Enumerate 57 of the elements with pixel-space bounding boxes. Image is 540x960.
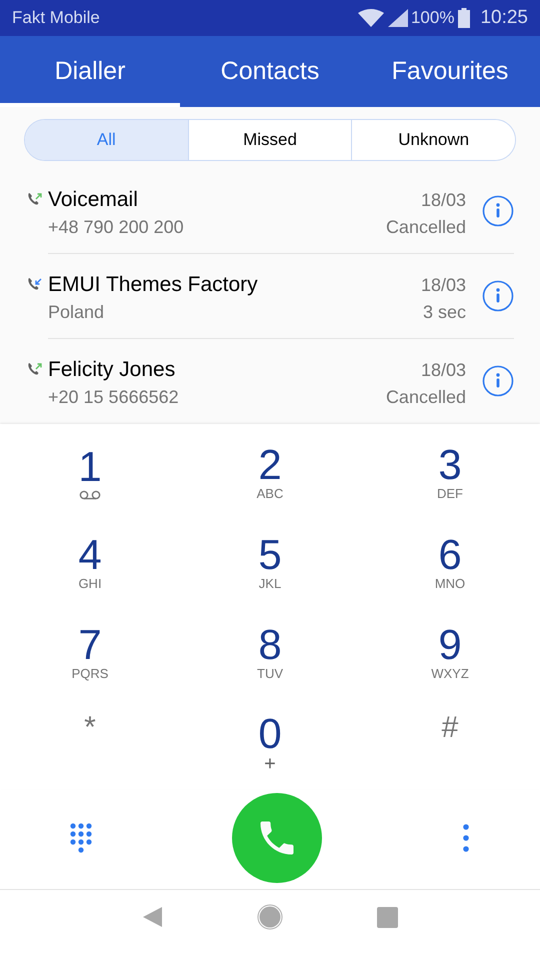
dial-key[interactable]: 0 +: [180, 699, 360, 789]
key-letters: DEF: [437, 486, 463, 502]
info-icon[interactable]: [482, 280, 514, 312]
info-icon[interactable]: [482, 195, 514, 227]
contact-name: Voicemail: [48, 187, 139, 213]
call-detail: +20 15 5666562: [48, 386, 180, 409]
dial-key[interactable]: *: [0, 699, 180, 789]
tab[interactable]: Favourites: [360, 36, 540, 107]
recents-icon[interactable]: [376, 906, 398, 928]
key-letters: PQRS: [72, 666, 108, 682]
key-letters: +: [264, 755, 276, 773]
call-date: 18/03: [420, 274, 466, 297]
call-log-row[interactable]: Voicemail +48 790 200 200 18/03 Cancelled: [0, 169, 540, 254]
voicemail-icon: [79, 490, 101, 500]
dial-key[interactable]: 6 MNO: [360, 519, 540, 609]
key-letters: JKL: [258, 576, 282, 592]
battery-level: 100%: [410, 7, 454, 30]
dialpad-icon[interactable]: [70, 823, 92, 853]
home-icon[interactable]: [256, 904, 282, 930]
dial-key[interactable]: 7 PQRS: [0, 609, 180, 699]
signal-icon: [388, 9, 408, 27]
filter-segment[interactable]: Unknown: [351, 120, 515, 160]
call-date: 18/03: [420, 359, 466, 382]
call-log-row[interactable]: Felicity Jones +20 15 5666562 18/03 Cancelled: [0, 339, 540, 424]
call-detail: +48 790 200 200: [48, 216, 185, 239]
call-direction-icon: [26, 191, 42, 207]
dial-key[interactable]: 3 DEF: [360, 429, 540, 519]
key-letters: TUV: [257, 666, 283, 682]
contact-name: EMUI Themes Factory: [48, 272, 259, 298]
call-status: Cancelled: [386, 216, 466, 239]
dial-key[interactable]: 9 WXYZ: [360, 609, 540, 699]
battery-icon: [458, 8, 470, 28]
key-letters: ABC: [256, 486, 284, 502]
call-direction-icon: [26, 361, 42, 377]
call-status: 3 sec: [422, 301, 466, 324]
call-status: Cancelled: [386, 386, 466, 409]
call-direction-icon: [26, 276, 42, 292]
dial-key[interactable]: 8 TUV: [180, 609, 360, 699]
call-date: 18/03: [420, 189, 466, 212]
dial-key[interactable]: 1: [0, 429, 180, 519]
dial-key[interactable]: 5 JKL: [180, 519, 360, 609]
call-detail: Poland: [48, 301, 106, 324]
info-icon[interactable]: [482, 365, 514, 397]
key-letters: MNO: [434, 576, 466, 592]
tab[interactable]: Contacts: [180, 36, 360, 107]
key-letters: WXYZ: [431, 666, 469, 682]
carrier-name: Fakt Mobile: [12, 7, 100, 30]
wifi-icon: [358, 9, 384, 27]
dial-key[interactable]: #: [360, 699, 540, 789]
dial-key[interactable]: 4 GHI: [0, 519, 180, 609]
key-letters: GHI: [78, 576, 102, 592]
contact-name: Felicity Jones: [48, 357, 176, 383]
more-icon[interactable]: [462, 823, 470, 853]
dial-key[interactable]: 2 ABC: [180, 429, 360, 519]
clock: 10:25: [480, 6, 528, 30]
back-icon[interactable]: [142, 906, 162, 928]
call-log-row[interactable]: EMUI Themes Factory Poland 18/03 3 sec: [0, 254, 540, 339]
